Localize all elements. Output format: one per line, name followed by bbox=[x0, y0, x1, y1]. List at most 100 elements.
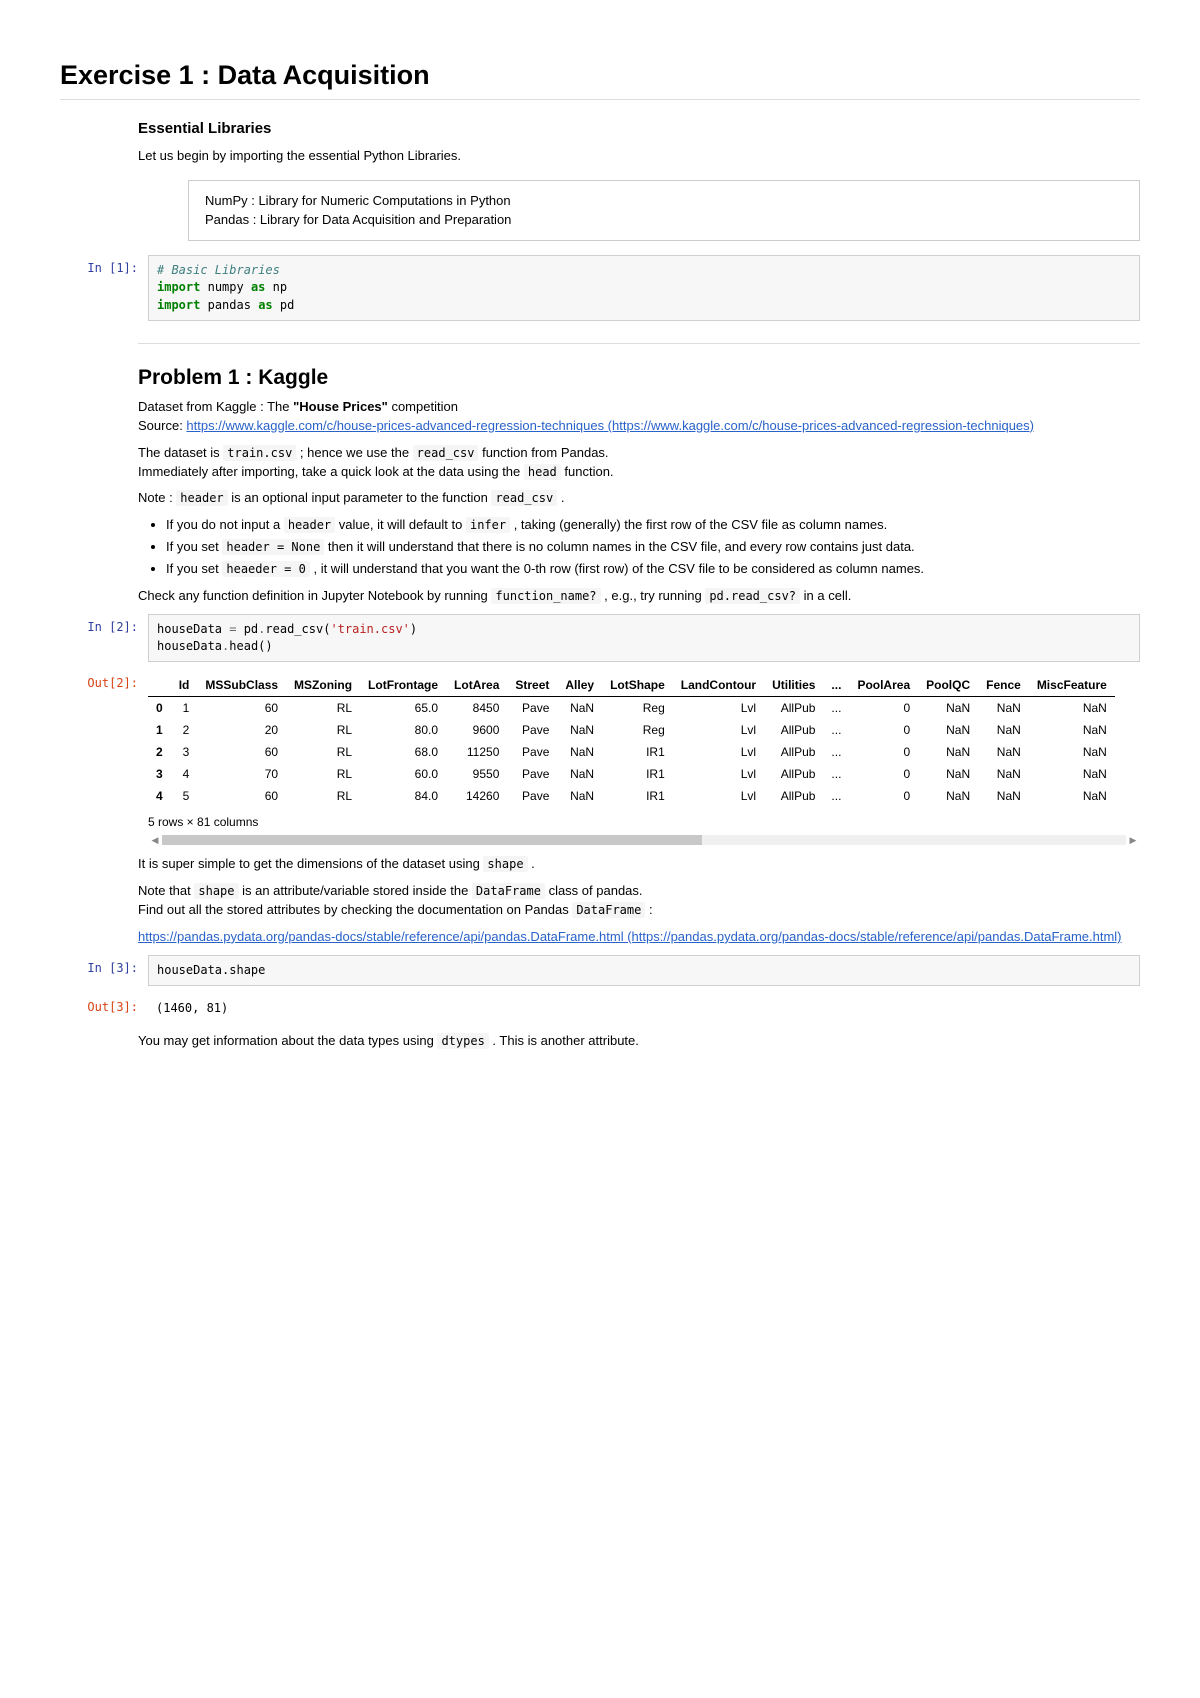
table-cell: Reg bbox=[602, 697, 673, 720]
scroll-right-arrow-icon[interactable]: ▶ bbox=[1126, 835, 1140, 846]
section-divider bbox=[138, 343, 1140, 344]
table-cell: RL bbox=[286, 697, 360, 720]
paragraph: https://pandas.pydata.org/pandas-docs/st… bbox=[138, 928, 1140, 947]
paragraph: Dataset from Kaggle : The "House Prices"… bbox=[138, 398, 1140, 436]
inline-code: shape bbox=[194, 883, 238, 899]
text: , e.g., try running bbox=[601, 588, 706, 603]
table-cell: NaN bbox=[918, 697, 978, 720]
pandas-docs-link[interactable]: https://pandas.pydata.org/pandas-docs/st… bbox=[138, 929, 1122, 944]
inline-code: train.csv bbox=[223, 445, 296, 461]
text: , it will understand that you want the 0… bbox=[310, 561, 924, 576]
scroll-track[interactable] bbox=[162, 835, 1126, 845]
table-cell: ... bbox=[823, 741, 849, 763]
text: competition bbox=[388, 399, 458, 414]
output-prompt: Out[3]: bbox=[60, 994, 148, 1023]
table-cell: NaN bbox=[557, 741, 602, 763]
text: ; hence we use the bbox=[296, 445, 412, 460]
kaggle-link[interactable]: https://www.kaggle.com/c/house-prices-ad… bbox=[186, 418, 1034, 433]
table-cell: 11250 bbox=[446, 741, 507, 763]
table-cell: IR1 bbox=[602, 741, 673, 763]
table-cell: NaN bbox=[1029, 763, 1115, 785]
text: . bbox=[557, 490, 564, 505]
code-cell: In [3]: houseData.shape bbox=[60, 955, 1140, 986]
text: Find out all the stored attributes by ch… bbox=[138, 902, 572, 917]
code-cell: In [2]: houseData = pd.read_csv('train.c… bbox=[60, 614, 1140, 663]
table-header: Id bbox=[171, 674, 198, 697]
table-cell: ... bbox=[823, 719, 849, 741]
dataframe-table: IdMSSubClassMSZoningLotFrontageLotAreaSt… bbox=[148, 674, 1115, 807]
table-cell: 60.0 bbox=[360, 763, 446, 785]
table-cell: 0 bbox=[849, 763, 918, 785]
table-cell: 84.0 bbox=[360, 785, 446, 807]
table-header: Fence bbox=[978, 674, 1029, 697]
table-cell: 60 bbox=[197, 741, 286, 763]
table-header: PoolArea bbox=[849, 674, 918, 697]
table-cell: IR1 bbox=[602, 785, 673, 807]
code-kw: import bbox=[157, 298, 200, 312]
table-cell: AllPub bbox=[764, 763, 823, 785]
code-comment: # Basic Libraries bbox=[157, 263, 280, 277]
scroll-thumb[interactable] bbox=[162, 835, 702, 845]
paragraph: You may get information about the data t… bbox=[138, 1032, 1140, 1051]
text: is an optional input parameter to the fu… bbox=[228, 490, 492, 505]
text: . bbox=[528, 856, 535, 871]
horizontal-scrollbar[interactable]: ◀ ▶ bbox=[148, 833, 1140, 847]
scroll-left-arrow-icon[interactable]: ◀ bbox=[148, 835, 162, 846]
table-cell: 3 bbox=[148, 763, 171, 785]
code-input-area[interactable]: # Basic Libraries import numpy as np imp… bbox=[148, 255, 1140, 321]
intro-text: Let us begin by importing the essential … bbox=[138, 147, 1140, 166]
code-input-area[interactable]: houseData = pd.read_csv('train.csv') hou… bbox=[148, 614, 1140, 663]
table-row: 1220RL80.09600PaveNaNRegLvlAllPub...0NaN… bbox=[148, 719, 1115, 741]
table-cell: 80.0 bbox=[360, 719, 446, 741]
table-cell: NaN bbox=[1029, 697, 1115, 720]
table-row: 4560RL84.014260PaveNaNIR1LvlAllPub...0Na… bbox=[148, 785, 1115, 807]
inline-code: heaeder = 0 bbox=[222, 561, 309, 577]
table-cell: NaN bbox=[557, 697, 602, 720]
inline-code: header bbox=[176, 490, 227, 506]
text: Dataset from Kaggle : The bbox=[138, 399, 293, 414]
table-header: Alley bbox=[557, 674, 602, 697]
text: Note : bbox=[138, 490, 176, 505]
code-token: pd bbox=[236, 622, 258, 636]
table-header: Street bbox=[507, 674, 557, 697]
table-cell: 4 bbox=[148, 785, 171, 807]
shape-note: 5 rows × 81 columns bbox=[148, 815, 1140, 829]
paragraph: Check any function definition in Jupyter… bbox=[138, 587, 1140, 606]
table-cell: Pave bbox=[507, 697, 557, 720]
inline-code: function_name? bbox=[491, 588, 600, 604]
table-cell: NaN bbox=[557, 719, 602, 741]
table-cell: NaN bbox=[1029, 719, 1115, 741]
table-cell: 1 bbox=[171, 697, 198, 720]
table-cell: NaN bbox=[978, 741, 1029, 763]
text: function from Pandas. bbox=[478, 445, 608, 460]
inline-code: dtypes bbox=[437, 1033, 488, 1049]
code-token: pandas bbox=[208, 298, 251, 312]
dataframe-output: IdMSSubClassMSZoningLotFrontageLotAreaSt… bbox=[148, 670, 1140, 847]
table-cell: NaN bbox=[557, 785, 602, 807]
bullet-list: If you do not input a header value, it w… bbox=[138, 516, 1140, 579]
table-cell: AllPub bbox=[764, 741, 823, 763]
table-cell: AllPub bbox=[764, 697, 823, 720]
info-box: NumPy : Library for Numeric Computations… bbox=[188, 180, 1140, 241]
code-kw: as bbox=[258, 298, 272, 312]
table-cell: RL bbox=[286, 785, 360, 807]
table-cell: Lvl bbox=[673, 697, 764, 720]
table-header: LandContour bbox=[673, 674, 764, 697]
table-cell: 0 bbox=[849, 697, 918, 720]
table-cell: 8450 bbox=[446, 697, 507, 720]
box-line: Pandas : Library for Data Acquisition an… bbox=[205, 210, 1123, 230]
table-header: ... bbox=[823, 674, 849, 697]
list-item: If you set header = None then it will un… bbox=[166, 538, 1140, 557]
inline-code: header = None bbox=[222, 539, 324, 555]
table-cell: NaN bbox=[978, 763, 1029, 785]
list-item: If you set heaeder = 0 , it will underst… bbox=[166, 560, 1140, 579]
text: Note that bbox=[138, 883, 194, 898]
inline-code: shape bbox=[483, 856, 527, 872]
input-prompt: In [1]: bbox=[60, 255, 148, 321]
text: If you set bbox=[166, 539, 222, 554]
table-header: LotFrontage bbox=[360, 674, 446, 697]
table-cell: NaN bbox=[918, 719, 978, 741]
text: Source: bbox=[138, 418, 186, 433]
table-cell: IR1 bbox=[602, 763, 673, 785]
code-input-area[interactable]: houseData.shape bbox=[148, 955, 1140, 986]
